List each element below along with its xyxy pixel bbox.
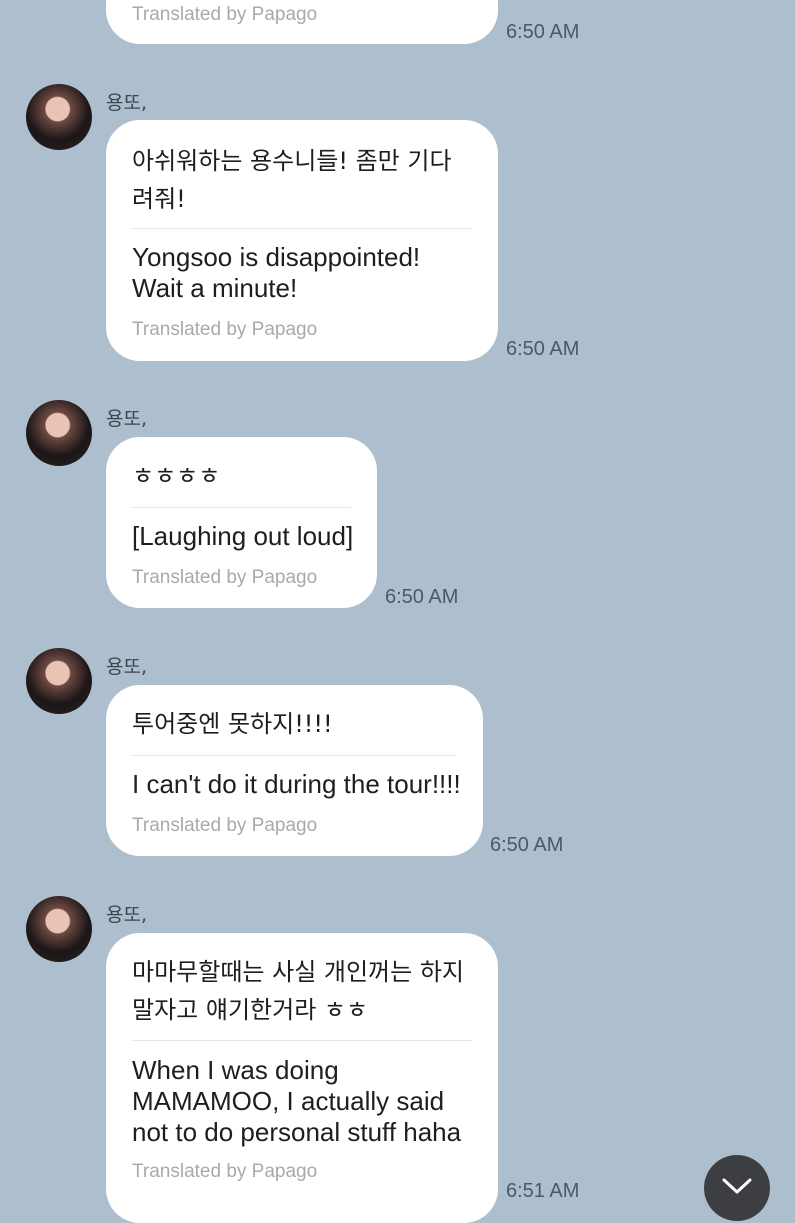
message-bubble[interactable]: 마마무할때는 사실 개인꺼는 하지말자고 얘기한거라 ㅎㅎ When I was…	[106, 933, 498, 1223]
chat-room: Translated by Papago 6:50 AM 용또, 아쉬워하는 용…	[0, 0, 795, 1223]
avatar[interactable]	[26, 896, 92, 962]
avatar[interactable]	[26, 648, 92, 714]
translated-message-text: I can't do it during the tour!!!!	[132, 769, 461, 799]
original-message-text: ㅎㅎㅎㅎ	[132, 462, 221, 490]
sender-name: 용또,	[106, 92, 147, 114]
translation-credit: Translated by Papago	[132, 319, 318, 340]
message-bubble[interactable]: 아쉬워하는 용수니들! 좀만 기다려줘! Yongsoo is disappoi…	[106, 120, 498, 361]
scroll-to-bottom-button[interactable]	[704, 1155, 770, 1221]
message-timestamp: 6:50 AM	[506, 338, 580, 360]
message-bubble[interactable]: Translated by Papago	[106, 0, 498, 44]
translation-divider	[132, 507, 351, 508]
sender-name: 용또,	[106, 904, 147, 926]
translation-credit: Translated by Papago	[132, 815, 318, 836]
original-message-text: 아쉬워하는 용수니들! 좀만 기다려줘!	[132, 147, 452, 213]
message-bubble[interactable]: ㅎㅎㅎㅎ [Laughing out loud] Translated by P…	[106, 437, 377, 608]
translation-credit: Translated by Papago	[132, 4, 318, 25]
translation-credit: Translated by Papago	[132, 1161, 318, 1182]
original-message-text: 마마무할때는 사실 개인꺼는 하지말자고 얘기한거라 ㅎㅎ	[132, 958, 465, 1024]
avatar[interactable]	[26, 84, 92, 150]
translated-message-text: [Laughing out loud]	[132, 521, 354, 551]
translation-divider	[132, 1040, 472, 1041]
message-timestamp: 6:50 AM	[506, 21, 580, 43]
sender-name: 용또,	[106, 656, 147, 678]
translation-divider	[132, 755, 457, 756]
message-bubble[interactable]: 투어중엔 못하지!!!! I can't do it during the to…	[106, 685, 483, 856]
message-timestamp: 6:50 AM	[385, 586, 459, 608]
translated-message-text: Yongsoo is disappointed! Wait a minute!	[132, 242, 421, 303]
sender-name: 용또,	[106, 408, 147, 430]
chevron-down-icon	[722, 1178, 752, 1194]
translated-message-text: When I was doing MAMAMOO, I actually sai…	[132, 1055, 462, 1147]
message-timestamp: 6:50 AM	[490, 834, 564, 856]
avatar[interactable]	[26, 400, 92, 466]
original-message-text: 투어중엔 못하지!!!!	[132, 710, 333, 738]
translation-divider	[132, 228, 472, 229]
translation-credit: Translated by Papago	[132, 567, 318, 588]
